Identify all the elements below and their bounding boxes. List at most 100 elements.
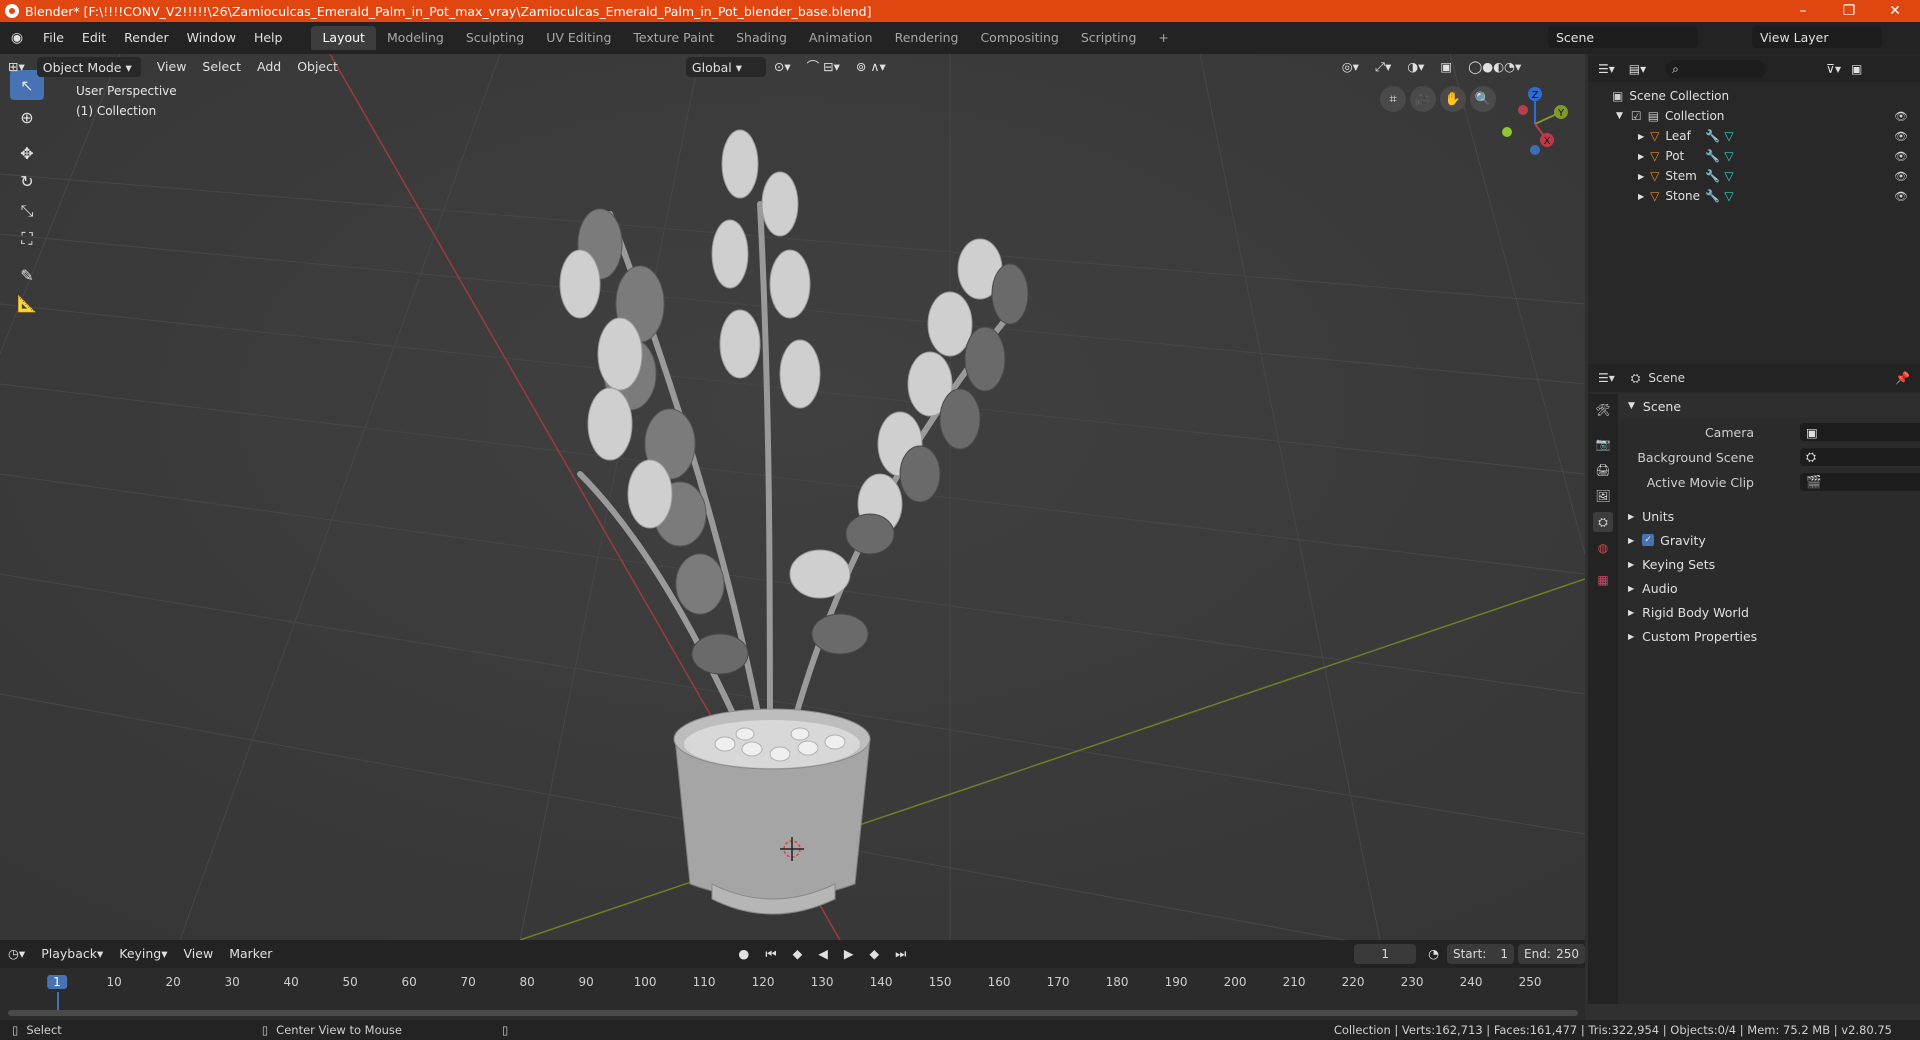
tool-tab-icon[interactable]: 🛠 bbox=[1593, 400, 1613, 420]
menu-select[interactable]: Select bbox=[194, 57, 249, 77]
properties-editor-icon[interactable]: ☰▾ bbox=[1598, 371, 1615, 385]
menu-help[interactable]: Help bbox=[245, 27, 292, 49]
gravity-checkbox[interactable]: ✓ bbox=[1642, 534, 1655, 546]
outliner-item-leaf[interactable]: ▶ ▽ Leaf 🔧 ▽ 👁 bbox=[1588, 126, 1920, 146]
eye-icon[interactable]: 👁 bbox=[1894, 130, 1908, 143]
camera-view-icon[interactable]: 🎥 bbox=[1410, 86, 1436, 112]
annotate-tool[interactable]: ✎ bbox=[10, 260, 44, 290]
tab-modeling[interactable]: Modeling bbox=[376, 26, 455, 50]
tab-sculpting[interactable]: Sculpting bbox=[455, 26, 535, 50]
outliner-search-input[interactable]: ⌕ bbox=[1666, 60, 1767, 78]
view-layer-selector[interactable]: View Layer bbox=[1752, 26, 1882, 48]
tab-scripting[interactable]: Scripting bbox=[1070, 26, 1148, 50]
toggle-grid-icon[interactable]: ⌗ bbox=[1380, 86, 1406, 112]
menu-timeline-view[interactable]: View bbox=[176, 944, 222, 964]
snap-icon[interactable]: ⌒ ⊟▾ bbox=[799, 57, 848, 77]
pivot-point-icon[interactable]: ⊙▾ bbox=[766, 57, 799, 77]
outliner-item-stone[interactable]: ▶ ▽ Stone 🔧 ▽ 👁 bbox=[1588, 186, 1920, 206]
blender-menu-icon[interactable]: ◉ bbox=[8, 29, 26, 47]
world-tab-icon[interactable]: ◍ bbox=[1593, 538, 1613, 558]
eye-icon[interactable]: 👁 bbox=[1894, 110, 1908, 123]
tab-uv-editing[interactable]: UV Editing bbox=[535, 26, 622, 50]
minimize-button[interactable]: – bbox=[1780, 0, 1826, 22]
editor-type-icon[interactable]: ⊞▾ bbox=[0, 57, 33, 77]
add-workspace-button[interactable]: + bbox=[1147, 26, 1179, 50]
eye-icon[interactable]: 👁 bbox=[1894, 190, 1908, 203]
prev-keyframe-icon[interactable]: ◆ bbox=[785, 944, 811, 964]
camera-field[interactable]: ▣✒ bbox=[1800, 423, 1920, 441]
outliner-item-stem[interactable]: ▶ ▽ Stem 🔧 ▽ 👁 bbox=[1588, 166, 1920, 186]
texture-tab-icon[interactable]: ▦ bbox=[1593, 570, 1613, 590]
units-section[interactable]: ▶ Units bbox=[1618, 504, 1920, 528]
expand-chevron-icon[interactable]: ▶ bbox=[1638, 172, 1644, 181]
cursor-tool[interactable]: ⊕ bbox=[10, 102, 44, 132]
tab-rendering[interactable]: Rendering bbox=[884, 26, 970, 50]
gravity-section[interactable]: ▶ ✓ Gravity bbox=[1618, 528, 1920, 552]
3d-viewport[interactable]: ⊞▾ Object Mode ▾ View Select Add Object … bbox=[0, 54, 1585, 940]
active-movie-clip-field[interactable]: 🎬 bbox=[1800, 473, 1920, 491]
outliner-editor-icon[interactable]: ☰▾ bbox=[1598, 62, 1615, 76]
custom-properties-section[interactable]: ▶ Custom Properties bbox=[1618, 624, 1920, 648]
object-mode-dropdown[interactable]: Object Mode ▾ bbox=[36, 57, 141, 77]
rotate-tool[interactable]: ↻ bbox=[10, 166, 44, 196]
next-keyframe-icon[interactable]: ◆ bbox=[861, 944, 887, 964]
keying-sets-section[interactable]: ▶ Keying Sets bbox=[1618, 552, 1920, 576]
expand-chevron-icon[interactable]: ▶ bbox=[1638, 192, 1644, 201]
display-mode-icon[interactable]: ▤▾ bbox=[1629, 62, 1646, 76]
timeline-editor-icon[interactable]: ◷▾ bbox=[0, 944, 33, 964]
outliner-collection[interactable]: ▼ ☑ ▤ Collection 👁 bbox=[1588, 106, 1920, 126]
proportional-editing-icon[interactable]: ⊚ ∧▾ bbox=[848, 57, 894, 77]
auto-keying-icon[interactable]: ● bbox=[730, 944, 757, 964]
preview-range-icon[interactable]: ◔ bbox=[1420, 944, 1447, 964]
eye-icon[interactable]: 👁 bbox=[1894, 150, 1908, 163]
expand-chevron-icon[interactable]: ▶ bbox=[1638, 132, 1644, 141]
eye-icon[interactable]: 👁 bbox=[1894, 170, 1908, 183]
view-layer-tab-icon[interactable]: 🖼 bbox=[1593, 486, 1613, 506]
expand-chevron-icon[interactable]: ▶ bbox=[1638, 152, 1644, 161]
tab-layout[interactable]: Layout bbox=[311, 26, 376, 50]
pan-view-icon[interactable]: ✋ bbox=[1440, 86, 1466, 112]
render-tab-icon[interactable]: 📷 bbox=[1593, 434, 1613, 454]
transform-orientation-dropdown[interactable]: Global ▾ bbox=[685, 57, 766, 77]
gizmo-toggle-icon[interactable]: ⤢▾ bbox=[1367, 57, 1399, 77]
menu-render[interactable]: Render bbox=[115, 27, 178, 49]
filter-icon[interactable]: ⊽▾ bbox=[1826, 62, 1841, 76]
collection-checkbox[interactable]: ☑ bbox=[1631, 109, 1642, 123]
start-frame-field[interactable]: Start: 1 bbox=[1446, 944, 1514, 964]
zoom-view-icon[interactable]: 🔍 bbox=[1470, 86, 1496, 112]
play-icon[interactable]: ▶ bbox=[836, 944, 862, 964]
rigid-body-world-section[interactable]: ▶ Rigid Body World bbox=[1618, 600, 1920, 624]
expand-chevron-icon[interactable]: ▼ bbox=[1616, 111, 1623, 121]
xray-toggle-icon[interactable]: ▣ bbox=[1432, 57, 1460, 77]
overlay-toggle-icon[interactable]: ◑▾ bbox=[1399, 57, 1432, 77]
scene-panel-header[interactable]: ▼ Scene bbox=[1618, 394, 1920, 418]
scale-tool[interactable]: ⤡ bbox=[10, 196, 44, 226]
timeline-scrollbar[interactable] bbox=[8, 1010, 1578, 1016]
menu-keying[interactable]: Keying▾ bbox=[111, 944, 175, 964]
transform-tool[interactable]: ⛶ bbox=[10, 224, 44, 254]
scene-selector[interactable]: Scene bbox=[1548, 26, 1698, 48]
audio-section[interactable]: ▶ Audio bbox=[1618, 576, 1920, 600]
end-frame-field[interactable]: End: 250 bbox=[1518, 944, 1586, 964]
menu-file[interactable]: File bbox=[34, 27, 73, 49]
menu-view[interactable]: View bbox=[149, 57, 195, 77]
navigation-gizmo[interactable]: Z Y X bbox=[1495, 84, 1575, 164]
measure-tool[interactable]: 📐 bbox=[10, 288, 44, 318]
play-reverse-icon[interactable]: ◀ bbox=[810, 944, 836, 964]
menu-window[interactable]: Window bbox=[178, 27, 245, 49]
current-frame-field[interactable]: 1 bbox=[1354, 944, 1417, 964]
menu-playback[interactable]: Playback▾ bbox=[33, 944, 111, 964]
menu-marker[interactable]: Marker bbox=[221, 944, 280, 964]
menu-object[interactable]: Object bbox=[289, 57, 346, 77]
tab-shading[interactable]: Shading bbox=[725, 26, 798, 50]
shading-mode-icon[interactable]: ◯●◐◔▾ bbox=[1460, 57, 1529, 77]
new-collection-icon[interactable]: ▣ bbox=[1851, 62, 1862, 76]
outliner-item-pot[interactable]: ▶ ▽ Pot 🔧 ▽ 👁 bbox=[1588, 146, 1920, 166]
jump-start-icon[interactable]: ⏮ bbox=[757, 944, 784, 964]
jump-end-icon[interactable]: ⏭ bbox=[887, 944, 914, 964]
scene-tab-icon[interactable]: ⛭ bbox=[1593, 512, 1613, 532]
restore-button[interactable]: ❐ bbox=[1826, 0, 1872, 22]
background-scene-field[interactable]: ⛭ bbox=[1800, 448, 1920, 466]
menu-edit[interactable]: Edit bbox=[73, 27, 115, 49]
move-tool[interactable]: ✥ bbox=[10, 138, 44, 168]
